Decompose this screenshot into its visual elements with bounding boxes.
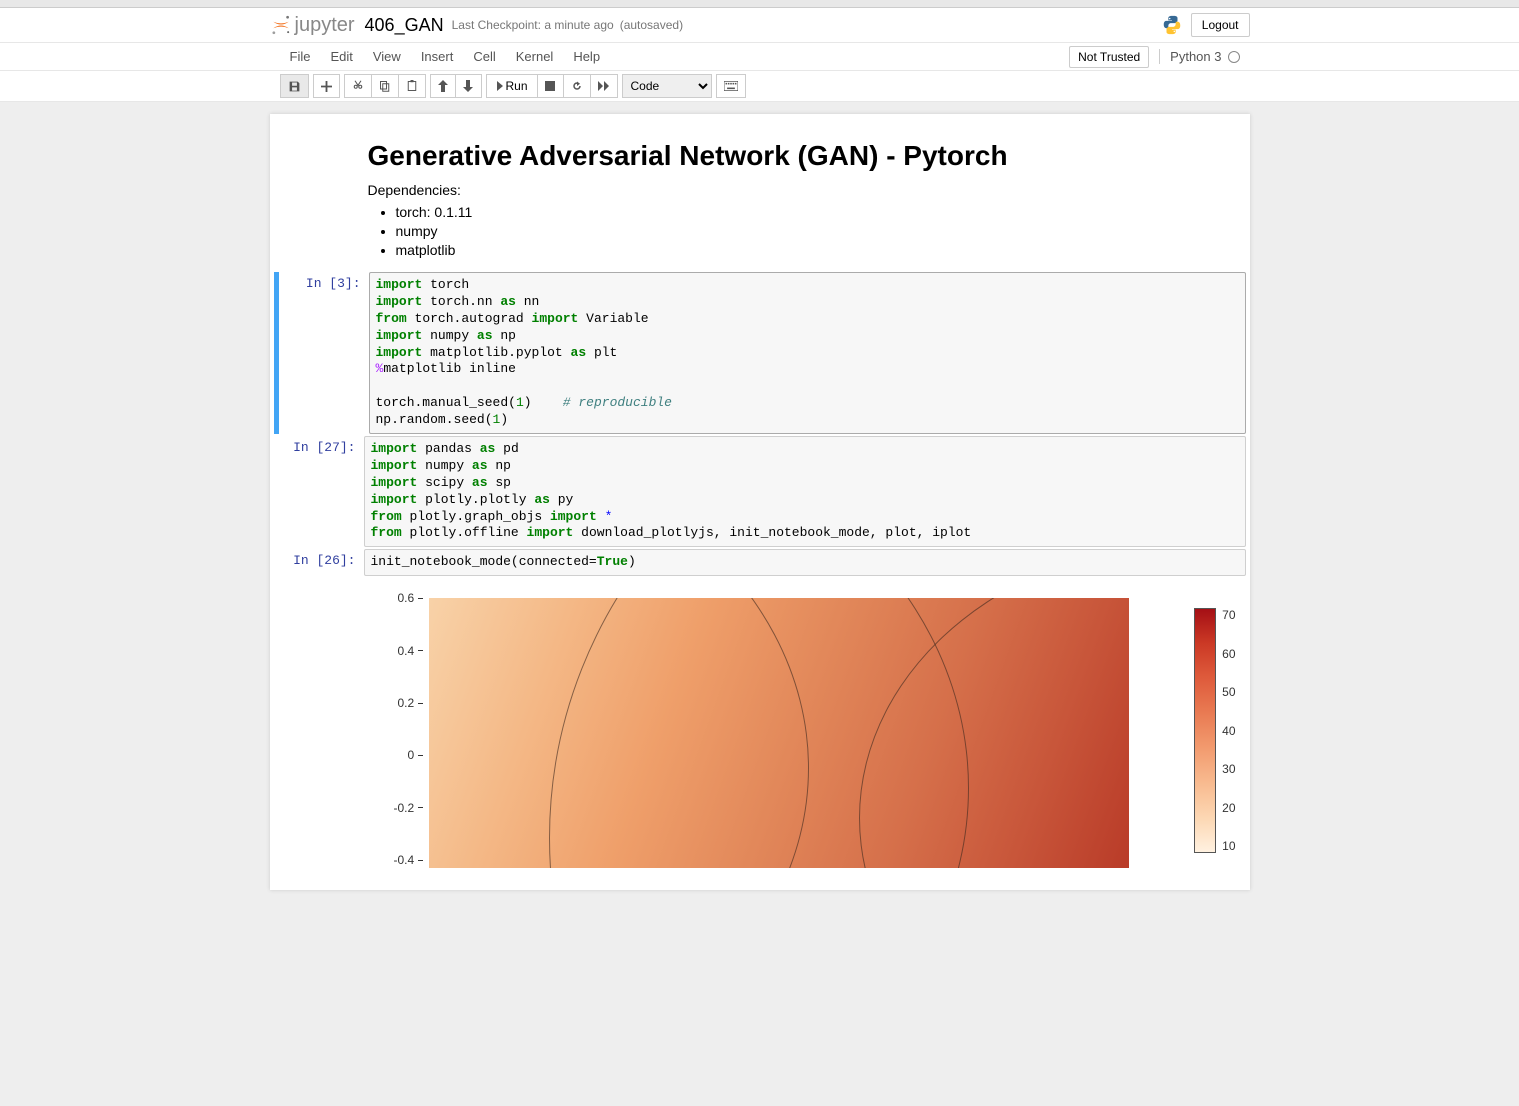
colorbar-gradient	[1194, 608, 1216, 853]
y-tick: 0	[408, 748, 415, 762]
logout-button[interactable]: Logout	[1191, 13, 1250, 37]
trust-button[interactable]: Not Trusted	[1069, 46, 1149, 68]
interrupt-button[interactable]	[538, 74, 564, 98]
menu-view[interactable]: View	[363, 43, 411, 70]
run-icon	[495, 81, 503, 91]
y-tick: 0.4	[398, 644, 415, 658]
y-tick: 0.6	[398, 591, 415, 605]
colorbar: 70 60 50 40 30 20 10	[1194, 608, 1235, 853]
markdown-body: Generative Adversarial Network (GAN) - P…	[364, 120, 1246, 270]
jupyter-logo-icon	[270, 14, 292, 36]
notebook-container: Generative Adversarial Network (GAN) - P…	[0, 102, 1519, 1106]
move-down-button[interactable]	[456, 74, 482, 98]
keyboard-icon	[724, 81, 738, 91]
y-axis: 0.6 0.4 0.2 0 -0.2 -0.4	[394, 598, 430, 860]
cb-tick: 70	[1222, 608, 1235, 622]
output-prompt	[274, 578, 364, 878]
save-button[interactable]	[280, 74, 309, 98]
notebook-title: Generative Adversarial Network (GAN) - P…	[368, 140, 1242, 172]
output-cell: 0.6 0.4 0.2 0 -0.2 -0.4	[274, 578, 1246, 878]
menu-cell[interactable]: Cell	[463, 43, 505, 70]
toolbar: Run Code	[0, 71, 1519, 102]
kernel-indicator[interactable]: Python 3	[1159, 49, 1239, 64]
run-label: Run	[505, 79, 527, 93]
jupyter-logo-text: jupyter	[295, 14, 355, 37]
arrow-down-icon	[463, 80, 473, 92]
autosave-status: (autosaved)	[620, 18, 683, 32]
copy-icon	[379, 80, 391, 92]
restart-run-all-button[interactable]	[591, 74, 618, 98]
command-palette-button[interactable]	[716, 74, 746, 98]
cb-tick: 20	[1222, 801, 1235, 815]
browser-tab-bar	[0, 0, 1519, 8]
markdown-prompt	[274, 120, 364, 270]
menu-help[interactable]: Help	[563, 43, 610, 70]
cell-prompt: In [3]:	[279, 272, 369, 434]
kernel-name: Python 3	[1170, 49, 1221, 64]
jupyter-logo[interactable]: jupyter	[270, 14, 355, 37]
python-logo-icon	[1161, 14, 1183, 36]
fast-forward-icon	[598, 81, 610, 91]
notebook-name[interactable]: 406_GAN	[365, 15, 444, 36]
menu-file[interactable]: File	[280, 43, 321, 70]
cb-tick: 40	[1222, 724, 1235, 738]
menubar: File Edit View Insert Cell Kernel Help N…	[0, 43, 1519, 71]
cell-prompt: In [26]:	[274, 549, 364, 576]
cb-tick: 50	[1222, 685, 1235, 699]
output-body: 0.6 0.4 0.2 0 -0.2 -0.4	[364, 578, 1246, 878]
list-item: matplotlib	[396, 242, 1242, 258]
contour-plot[interactable]: 0.6 0.4 0.2 0 -0.2 -0.4	[394, 598, 1236, 868]
menu-edit[interactable]: Edit	[320, 43, 362, 70]
add-cell-button[interactable]	[313, 74, 340, 98]
y-tick: 0.2	[398, 696, 415, 710]
arrow-up-icon	[438, 80, 448, 92]
checkpoint-status: Last Checkpoint: a minute ago	[452, 18, 614, 32]
colorbar-labels: 70 60 50 40 30 20 10	[1222, 608, 1235, 853]
code-input[interactable]: import pandas as pd import numpy as np i…	[364, 436, 1246, 547]
paste-icon	[406, 80, 418, 92]
code-input[interactable]: import torch import torch.nn as nn from …	[369, 272, 1246, 434]
menu-insert[interactable]: Insert	[411, 43, 464, 70]
restart-button[interactable]	[564, 74, 591, 98]
copy-button[interactable]	[372, 74, 399, 98]
deps-list: torch: 0.1.11 numpy matplotlib	[396, 204, 1242, 258]
deps-heading: Dependencies:	[368, 182, 1242, 198]
run-button[interactable]: Run	[486, 74, 538, 98]
plus-icon	[321, 81, 332, 92]
code-cell[interactable]: In [26]: init_notebook_mode(connected=Tr…	[274, 549, 1246, 576]
cell-prompt: In [27]:	[274, 436, 364, 547]
cut-button[interactable]	[344, 74, 372, 98]
save-icon	[288, 80, 301, 93]
list-item: numpy	[396, 223, 1242, 239]
notebook-header: jupyter 406_GAN Last Checkpoint: a minut…	[0, 8, 1519, 43]
menu-kernel[interactable]: Kernel	[506, 43, 564, 70]
code-cell[interactable]: In [27]: import pandas as pd import nump…	[274, 436, 1246, 547]
cb-tick: 10	[1222, 839, 1235, 853]
cb-tick: 60	[1222, 647, 1235, 661]
scissors-icon	[352, 80, 364, 92]
notebook: Generative Adversarial Network (GAN) - P…	[270, 114, 1250, 890]
cb-tick: 30	[1222, 762, 1235, 776]
paste-button[interactable]	[399, 74, 426, 98]
list-item: torch: 0.1.11	[396, 204, 1242, 220]
code-input[interactable]: init_notebook_mode(connected=True)	[364, 549, 1246, 576]
cell-type-select[interactable]: Code	[622, 74, 712, 98]
stop-icon	[545, 81, 555, 91]
y-tick: -0.2	[394, 801, 415, 815]
plot-area[interactable]	[429, 598, 1129, 868]
markdown-cell[interactable]: Generative Adversarial Network (GAN) - P…	[274, 120, 1246, 270]
code-cell[interactable]: In [3]: import torch import torch.nn as …	[274, 272, 1246, 434]
y-tick: -0.4	[394, 853, 415, 867]
restart-icon	[571, 80, 583, 92]
kernel-status-icon	[1228, 51, 1240, 63]
move-up-button[interactable]	[430, 74, 456, 98]
